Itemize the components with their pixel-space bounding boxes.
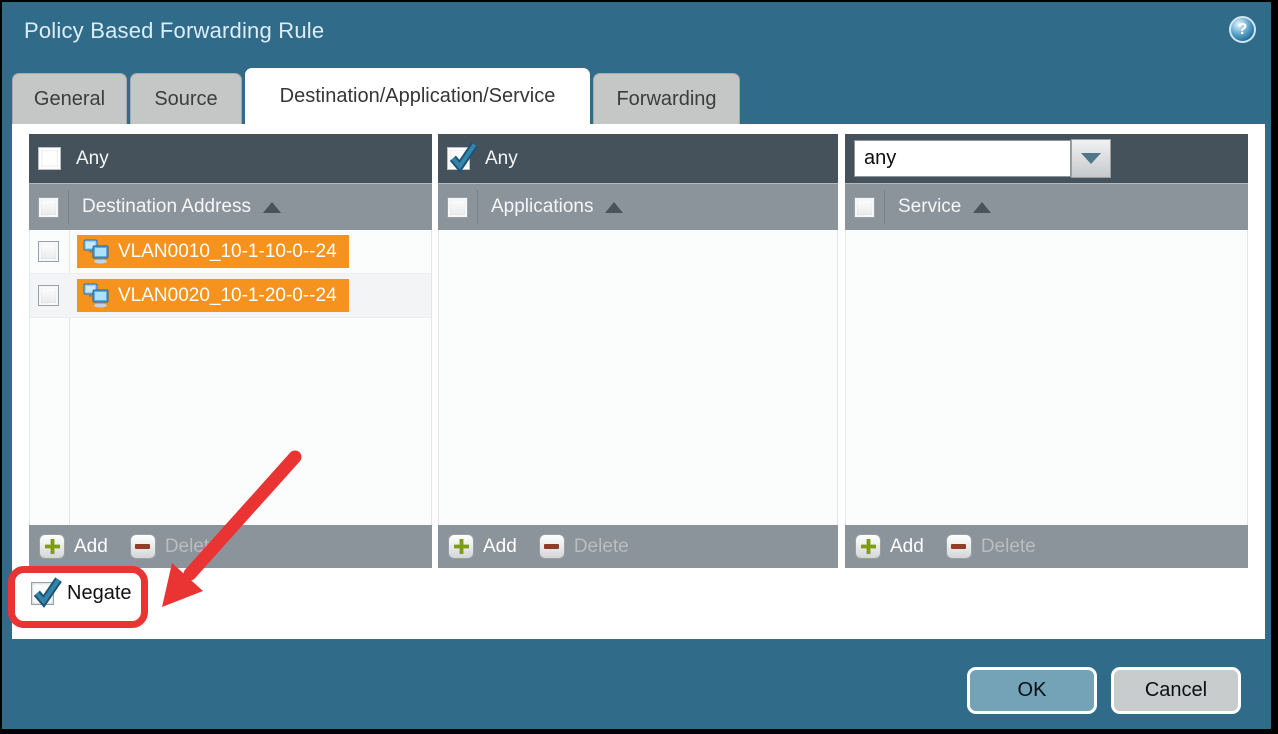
row-checkbox[interactable] [38,285,59,306]
address-object-label: VLAN0010_10-1-10-0--24 [118,241,337,263]
tab-general[interactable]: General [12,73,127,124]
network-address-icon [83,239,111,264]
ok-button[interactable]: OK [967,667,1097,714]
applications-any-checkbox[interactable] [447,147,470,170]
table-row: VLAN0020_10-1-20-0--24 [30,274,431,318]
network-address-icon [83,283,111,308]
sort-ascending-icon [263,202,281,213]
negate-label: Negate [67,582,132,605]
service-list [845,230,1248,525]
tab-forwarding[interactable]: Forwarding [593,73,740,124]
address-object-vlan0010[interactable]: VLAN0010_10-1-10-0--24 [77,235,349,268]
negate-control[interactable]: Negate [31,582,132,605]
table-row: VLAN0010_10-1-10-0--24 [30,230,431,274]
service-select-all-checkbox[interactable] [854,197,875,218]
plus-icon [855,534,881,559]
minus-icon [946,534,972,559]
header-divider [68,190,69,224]
destination-list: VLAN0010_10-1-10-0--24 [29,230,432,525]
cancel-button[interactable]: Cancel [1111,667,1241,714]
add-button[interactable]: Add [448,534,517,559]
checkmark-icon [30,575,62,607]
applications-any-label: Any [485,148,518,170]
delete-label: Delete [165,536,220,558]
sort-ascending-icon [605,202,623,213]
tab-content: Any Destination Address [12,124,1265,639]
negate-checkbox[interactable] [31,582,54,605]
applications-footer: Add Delete [438,525,838,568]
dialog-title: Policy Based Forwarding Rule [24,18,324,44]
help-icon[interactable]: ? [1229,16,1256,43]
applications-list [438,230,838,525]
add-button[interactable]: Add [39,534,108,559]
pbf-rule-dialog: Policy Based Forwarding Rule ? General S… [2,2,1271,729]
header-divider [884,190,885,224]
add-button[interactable]: Add [855,534,924,559]
delete-button[interactable]: Delete [946,534,1036,559]
destination-select-all-checkbox[interactable] [38,197,59,218]
service-dropdown[interactable]: any [854,139,1111,178]
add-label: Add [890,536,924,558]
header-divider [477,190,478,224]
tab-source[interactable]: Source [130,73,242,124]
service-column-header[interactable]: Service [845,183,1248,230]
destination-any-bar: Any [29,134,432,183]
service-header-label: Service [898,196,961,218]
applications-select-all-checkbox[interactable] [447,197,468,218]
tab-bar: General Source Destination/Application/S… [12,68,740,124]
applications-column-header[interactable]: Applications [438,183,838,230]
service-any-bar: any [845,134,1248,183]
address-object-vlan0020[interactable]: VLAN0020_10-1-20-0--24 [77,279,349,312]
service-panel: any Service [845,134,1248,568]
minus-icon [130,534,156,559]
delete-label: Delete [981,536,1036,558]
service-dropdown-value[interactable]: any [854,140,1071,177]
destination-panel: Any Destination Address [29,134,432,568]
destination-column-header[interactable]: Destination Address [29,183,432,230]
applications-panel: Any Applications Add [438,134,838,568]
destination-header-label: Destination Address [82,196,251,218]
address-object-label: VLAN0020_10-1-20-0--24 [118,285,337,307]
destination-any-checkbox[interactable] [38,147,61,170]
tab-destination-application-service[interactable]: Destination/Application/Service [245,68,590,124]
destination-any-label: Any [76,148,109,170]
service-dropdown-button[interactable] [1071,139,1111,178]
applications-any-bar: Any [438,134,838,183]
delete-label: Delete [574,536,629,558]
plus-icon [39,534,65,559]
add-label: Add [74,536,108,558]
plus-icon [448,534,474,559]
applications-header-label: Applications [491,196,593,218]
minus-icon [539,534,565,559]
add-label: Add [483,536,517,558]
delete-button[interactable]: Delete [539,534,629,559]
checkmark-icon [446,140,478,172]
row-checkbox[interactable] [38,241,59,262]
delete-button[interactable]: Delete [130,534,220,559]
screenshot-frame: Policy Based Forwarding Rule ? General S… [0,0,1278,734]
sort-ascending-icon [973,202,991,213]
chevron-down-icon [1081,153,1101,164]
service-footer: Add Delete [845,525,1248,568]
destination-footer: Add Delete [29,525,432,568]
